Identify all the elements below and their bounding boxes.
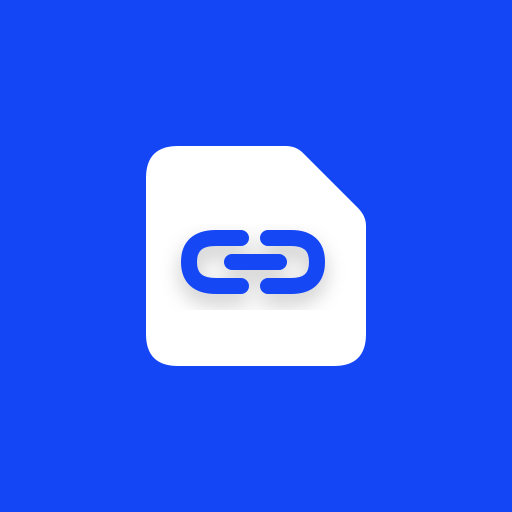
file-link-icon (146, 146, 366, 366)
app-icon-background (0, 0, 512, 512)
